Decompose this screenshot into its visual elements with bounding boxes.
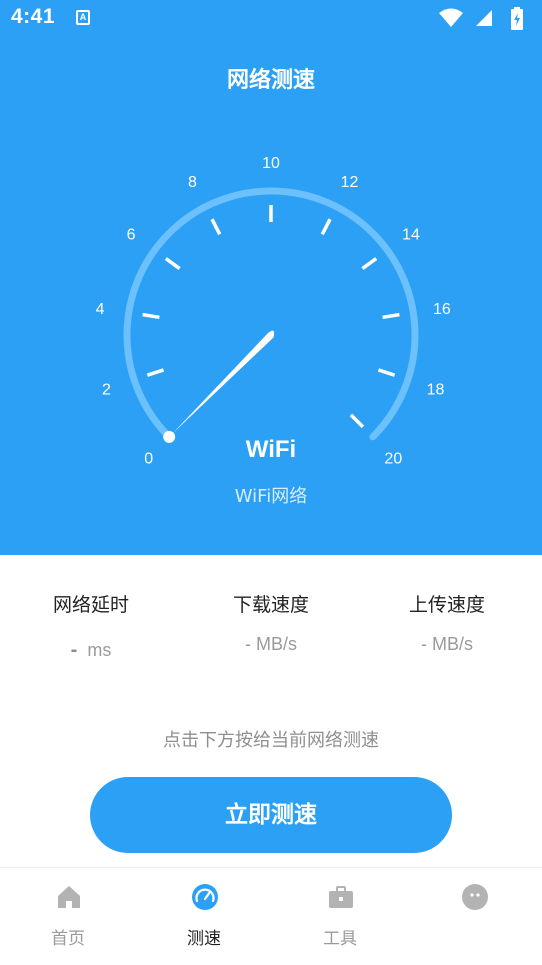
home-icon <box>58 886 80 908</box>
gauge-tick <box>164 257 181 270</box>
download-unit: MB/s <box>256 634 298 654</box>
gauge-tick <box>142 312 160 320</box>
gauge-scale-label: 12 <box>341 174 359 191</box>
speed-test-screen: 4:41 A 网络测速 0 2 4 6 8 10 12 14 16 18 20 … <box>0 0 542 965</box>
gauge-scale-label: 6 <box>127 226 136 243</box>
gauge-tick <box>377 368 396 377</box>
gauge-scale-label: 8 <box>188 174 197 191</box>
speedometer-icon <box>192 884 218 910</box>
start-test-button[interactable]: 立即测速 <box>90 777 452 853</box>
latency-dash: - <box>70 639 78 661</box>
upload-unit: MB/s <box>432 634 474 654</box>
latency-value: - ms <box>1 639 181 662</box>
gauge-tick <box>146 368 165 377</box>
upload-metric: 上传速度 - MB/s <box>357 590 537 655</box>
latency-metric: 网络延时 - ms <box>1 590 181 662</box>
nav-item-speedtest[interactable]: 测速 <box>136 868 272 965</box>
download-label: 下载速度 <box>232 594 309 616</box>
gauge-scale-label: 10 <box>262 155 280 172</box>
latency-unit: ms <box>87 640 112 660</box>
status-time: 4:41 <box>11 5 56 28</box>
gauge-scale-label: 18 <box>427 381 445 398</box>
upload-dash: - <box>420 634 427 654</box>
upload-label: 上传速度 <box>408 594 485 616</box>
nav-item-profile[interactable] <box>406 868 542 965</box>
gauge-scale-label: 4 <box>96 301 105 318</box>
page-title: 网络测速 <box>226 68 315 93</box>
gauge-tick <box>349 413 365 429</box>
nav-label-tools: 工具 <box>323 929 357 949</box>
battery-charging-icon <box>511 7 523 30</box>
cell-signal-icon <box>476 10 492 26</box>
hero-panel: 4:41 A 网络测速 0 2 4 6 8 10 12 14 16 18 20 … <box>0 0 542 555</box>
download-dash: - <box>244 634 251 654</box>
upload-value: - MB/s <box>357 634 537 655</box>
nav-item-tools[interactable]: 工具 <box>272 868 408 965</box>
gauge-arc <box>123 187 419 441</box>
gauge-needle <box>172 330 275 434</box>
gauge-tick <box>382 312 400 320</box>
gauge-scale-label: 2 <box>102 381 111 398</box>
connection-subtitle: WiFi网络 <box>234 486 308 507</box>
bottom-nav: 首页 测速 工具 <box>0 867 542 965</box>
a-letter-icon: A <box>76 10 90 25</box>
nav-label-speedtest: 测速 <box>187 929 221 949</box>
wifi-icon <box>439 8 463 27</box>
hint-text: 点击下方按给当前网络测速 <box>163 730 379 751</box>
nav-item-home[interactable]: 首页 <box>0 868 136 965</box>
metrics-row: 网络延时 - ms 下载速度 - MB/s 上传速度 - MB/s <box>0 590 542 680</box>
connection-type: WiFi <box>245 436 297 463</box>
gauge-scale-label: 14 <box>402 226 420 243</box>
bird-face-icon <box>462 884 488 910</box>
latency-label: 网络延时 <box>52 594 129 616</box>
status-bar: 4:41 A <box>0 0 542 36</box>
gauge-tick <box>361 257 378 270</box>
gauge-scale-label: 16 <box>433 301 451 318</box>
download-value: - MB/s <box>181 634 361 655</box>
nav-label-home: 首页 <box>51 929 85 949</box>
gauge-tick <box>320 218 332 236</box>
toolbox-icon <box>329 886 353 908</box>
download-metric: 下载速度 - MB/s <box>181 590 361 655</box>
gauge-tick <box>210 218 222 236</box>
